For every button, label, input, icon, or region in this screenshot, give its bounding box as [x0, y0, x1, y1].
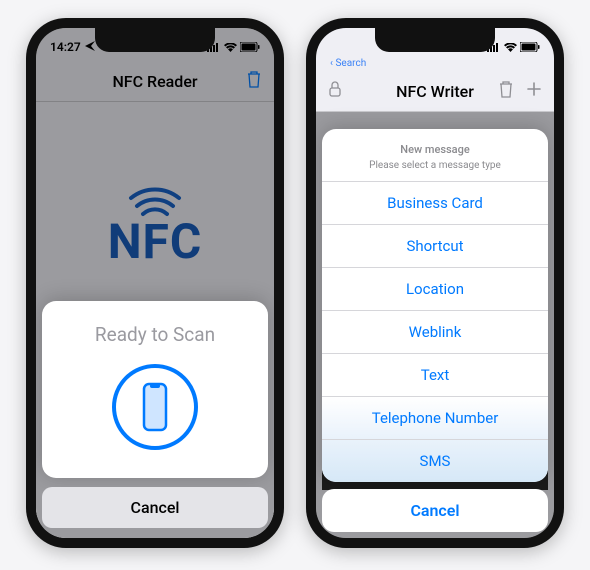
menu-option-location[interactable]: Location [322, 267, 548, 310]
battery-icon [520, 42, 540, 52]
status-time: 14:27 [50, 40, 81, 54]
notch [95, 28, 215, 52]
wifi-icon [224, 43, 237, 52]
notch [375, 28, 495, 52]
breadcrumb[interactable]: Search [330, 58, 366, 69]
scan-phone-icon [112, 364, 198, 450]
menu-option-text[interactable]: Text [322, 353, 548, 396]
screen: Search NFC Writer New message Please sel… [316, 28, 554, 538]
scan-title: Ready to Scan [54, 323, 256, 346]
menu-header: New message Please select a message type [322, 129, 548, 181]
status-indicators [487, 42, 540, 52]
lock-icon[interactable] [328, 81, 342, 102]
wifi-icon [504, 43, 517, 52]
cancel-button[interactable]: Cancel [42, 487, 268, 528]
menu-option-weblink[interactable]: Weblink [322, 310, 548, 353]
menu-title: New message [332, 143, 538, 156]
trash-icon[interactable] [498, 80, 514, 103]
battery-icon [240, 42, 260, 52]
phone-nfc-reader: 14:27 NFC Reader NFC [26, 18, 284, 548]
menu-option-shortcut[interactable]: Shortcut [322, 224, 548, 267]
scan-sheet: Ready to Scan [42, 301, 268, 478]
navbar-title: NFC Writer [396, 82, 474, 101]
location-icon [85, 40, 95, 54]
screen: 14:27 NFC Reader NFC [36, 28, 274, 538]
add-icon[interactable] [526, 81, 542, 102]
menu-option-business-card[interactable]: Business Card [322, 181, 548, 224]
phone-nfc-writer: Search NFC Writer New message Please sel… [306, 18, 564, 548]
navbar: NFC Writer [316, 72, 554, 112]
menu-option-sms[interactable]: SMS [322, 439, 548, 482]
message-type-sheet: New message Please select a message type… [322, 129, 548, 482]
status-indicators [207, 42, 260, 52]
scan-icon-wrap [54, 364, 256, 450]
menu-subtitle: Please select a message type [332, 160, 538, 171]
cancel-button[interactable]: Cancel [322, 489, 548, 532]
menu-option-telephone[interactable]: Telephone Number [322, 396, 548, 439]
